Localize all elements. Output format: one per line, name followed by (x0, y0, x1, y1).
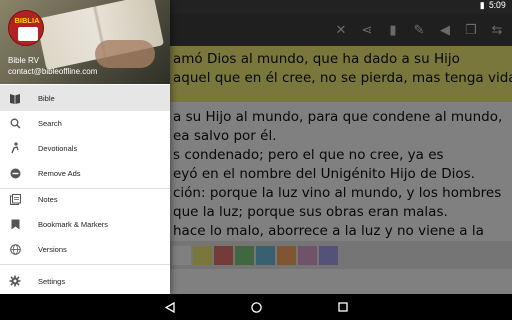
menu-item-notes[interactable]: Notes (0, 186, 170, 212)
notes-icon (9, 193, 21, 205)
app-logo: BIBLIA (8, 10, 44, 46)
menu-label: Search (38, 118, 62, 128)
menu-label: Bookmark & Markers (38, 219, 109, 229)
logo-book-icon (18, 27, 38, 41)
drawer-title: Bible RV (8, 56, 39, 65)
menu-item-bible[interactable]: Bible (0, 85, 170, 111)
home-icon[interactable] (249, 300, 263, 314)
globe-icon (9, 243, 21, 255)
back-icon[interactable] (163, 300, 177, 314)
menu-item-remove-ads[interactable]: Remove Ads (0, 160, 170, 186)
system-nav-bar (0, 294, 512, 320)
bookmark-icon (9, 218, 21, 230)
menu-label: Settings (38, 276, 66, 286)
status-time: 5:09 (488, 1, 506, 11)
drawer-header: BIBLIA Bible RV contact@bibleoffline.com (0, 0, 170, 84)
menu-item-search[interactable]: Search (0, 110, 170, 136)
menu-label: Versions (38, 244, 67, 254)
menu-label: Devotionals (38, 143, 78, 153)
drawer-email: contact@bibleoffline.com (8, 67, 98, 76)
book-icon (9, 92, 21, 104)
logo-text: BIBLIA (14, 16, 40, 25)
search-icon (9, 117, 21, 129)
menu-item-versions[interactable]: Versions (0, 236, 170, 262)
status-icons: ▮ 5:09 (480, 1, 506, 11)
menu-label: Remove Ads (38, 168, 81, 178)
menu-label: Bible (38, 93, 55, 103)
recents-icon[interactable] (336, 300, 350, 314)
navigation-drawer: BIBLIA Bible RV contact@bibleoffline.com… (0, 0, 170, 294)
menu-item-bookmarks[interactable]: Bookmark & Markers (0, 211, 170, 237)
hand-photo (95, 40, 155, 68)
menu-item-devotionals[interactable]: Devotionals (0, 135, 170, 161)
menu-divider (0, 264, 170, 265)
remove-icon (9, 167, 21, 179)
menu-label: Notes (38, 194, 58, 204)
battery-icon: ▮ (479, 1, 485, 11)
devotional-icon (9, 142, 21, 154)
menu-item-settings[interactable]: Settings (0, 268, 170, 294)
gear-icon (9, 275, 21, 287)
